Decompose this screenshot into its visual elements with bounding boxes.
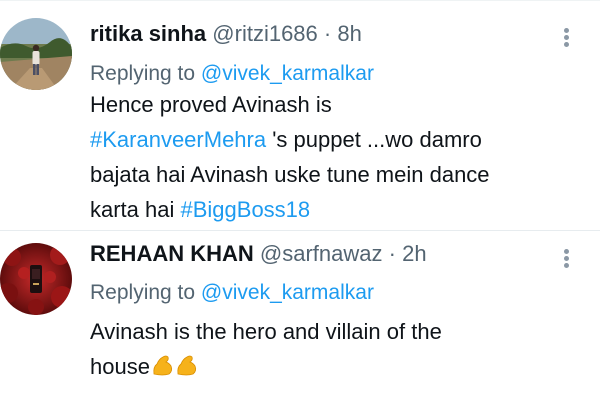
reply-tweet[interactable]: REHAAN KHAN @sarfnawaz · 2h Replying to … [0,231,600,400]
replying-to: Replying to @vivek_karmalkar [90,60,374,88]
timestamp[interactable]: 2h [402,241,426,266]
display-name[interactable]: ritika sinha [90,21,206,46]
tweet-header: ritika sinha @ritzi1686 · 8h [90,20,362,48]
user-handle[interactable]: @ritzi1686 [212,21,318,46]
tweet-text: Avinash is the hero and villain of the h… [90,314,590,387]
text-line: Avinash is the hero and villain of the [90,319,442,344]
more-options-icon[interactable] [561,26,571,52]
avatar[interactable] [0,18,72,90]
text-line: Hence proved Avinash is [90,92,332,117]
text-segment: karta hai [90,197,181,222]
text-line: karta hai #BiggBoss18 [90,192,590,227]
display-name[interactable]: REHAAN KHAN [90,241,254,266]
more-options-icon[interactable] [561,247,571,273]
text-line: bajata hai Avinash uske tune mein dance [90,162,490,187]
avatar[interactable] [0,243,72,315]
separator-dot: · [323,21,332,46]
text-line: house [90,349,590,387]
mention-link[interactable]: @vivek_karmalkar [201,281,374,304]
tweet-text: Hence proved Avinash is #KaranveerMehra … [90,87,590,227]
hashtag-link[interactable]: #KaranveerMehra [90,127,266,152]
replying-to: Replying to @vivek_karmalkar [90,279,374,307]
replying-to-label: Replying to [90,281,201,304]
mention-link[interactable]: @vivek_karmalkar [201,62,374,85]
hashtag-link[interactable]: #BiggBoss18 [181,197,311,222]
user-handle[interactable]: @sarfnawaz [260,241,383,266]
replying-to-label: Replying to [90,62,201,85]
timestamp[interactable]: 8h [337,21,361,46]
text-line: #KaranveerMehra 's puppet ...wo damro [90,122,590,157]
flexed-biceps-emoji [151,352,199,387]
reply-tweet[interactable]: ritika sinha @ritzi1686 · 8h Replying to… [0,2,600,230]
text-segment: 's puppet ...wo damro [266,127,482,152]
top-border [0,0,600,1]
separator-dot: · [388,241,396,266]
tweet-header: REHAAN KHAN @sarfnawaz · 2h [90,240,427,268]
text-segment: house [90,354,150,379]
